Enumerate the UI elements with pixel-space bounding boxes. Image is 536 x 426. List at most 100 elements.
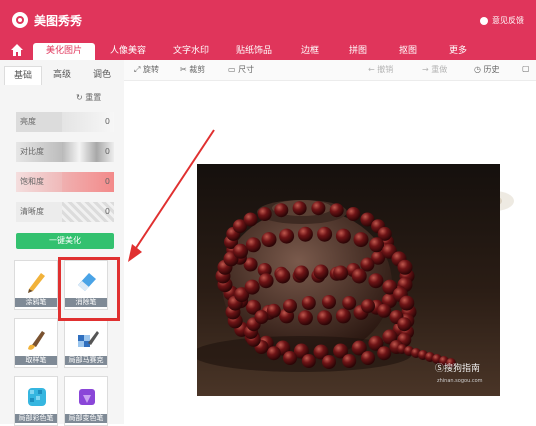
reset-icon: ↻: [76, 93, 83, 102]
tab-portrait[interactable]: 人像美容: [100, 43, 156, 60]
brush-icon: [28, 331, 45, 350]
bead: [335, 308, 351, 324]
bead: [317, 226, 333, 242]
tool-local-color-pen[interactable]: 局部彩色笔: [14, 376, 58, 426]
bead: [266, 346, 281, 361]
photo-watermark-url: zhinan.sogou.com: [437, 378, 483, 384]
bead: [353, 232, 369, 248]
undo-icon: ←: [368, 65, 375, 74]
bead: [397, 317, 412, 332]
tool-local-mosaic[interactable]: 局部马赛克: [64, 318, 108, 368]
history-button[interactable]: ◷ 历史: [474, 64, 500, 75]
bead: [361, 299, 375, 313]
bead: [333, 265, 349, 281]
bead: [297, 310, 313, 326]
bead: [297, 226, 313, 242]
tab-collage[interactable]: 拼图: [338, 43, 378, 60]
edited-photo[interactable]: Ⓢ搜狗指南 zhinan.sogou.com: [197, 164, 500, 396]
bead: [311, 201, 326, 216]
tool-sample-pen-label: 取样笔: [15, 356, 57, 365]
sharpness-label: 清晰度: [16, 202, 62, 222]
bead: [266, 303, 281, 318]
bead: [283, 299, 297, 313]
bead: [351, 268, 367, 284]
sharpness-value: 0: [62, 202, 114, 222]
resize-icon: ▭: [228, 65, 236, 74]
bead: [245, 237, 261, 253]
bead: [322, 355, 336, 369]
subtab-basic[interactable]: 基础: [4, 66, 42, 85]
tab-more[interactable]: 更多: [438, 43, 478, 60]
bead: [257, 207, 272, 221]
tab-cutout[interactable]: 抠图: [388, 43, 428, 60]
resize-button[interactable]: ▭ 尺寸: [228, 64, 254, 75]
tool-doodle-pen-label: 涂鸦笔: [15, 298, 57, 307]
tool-sample-pen[interactable]: 取样笔: [14, 318, 58, 368]
bead: [244, 279, 260, 295]
bead: [335, 228, 351, 244]
tab-frame[interactable]: 边框: [290, 43, 330, 60]
app-title: 美图秀秀: [34, 14, 83, 28]
bead: [346, 207, 361, 221]
redo-label: 重做: [431, 65, 448, 74]
rotate-label: 旋转: [142, 65, 159, 74]
saturation-slider[interactable]: 饱和度 0: [16, 172, 114, 192]
bead: [397, 259, 413, 275]
bead: [313, 264, 329, 280]
pen-icon: [28, 273, 45, 293]
saturation-label: 饱和度: [16, 172, 62, 192]
brightness-slider[interactable]: 亮度 0: [16, 112, 114, 132]
app-logo-icon: [12, 12, 28, 28]
bead: [261, 232, 277, 248]
home-icon[interactable]: [10, 43, 24, 57]
edit-toolbar: ⤢ 旋转 ✂ 裁剪 ▭ 尺寸 ← 撤销 → 重做 ◷ 历史 ▢: [124, 60, 536, 81]
redo-icon: →: [422, 65, 429, 74]
bead: [243, 212, 258, 227]
crop-label: 裁剪: [189, 65, 206, 74]
feedback-link[interactable]: 意见反馈: [480, 15, 524, 26]
tool-doodle-pen[interactable]: 涂鸦笔: [14, 260, 58, 310]
bead: [342, 296, 357, 310]
subtab-color[interactable]: 调色: [84, 66, 120, 84]
sharpness-slider[interactable]: 清晰度 0: [16, 202, 114, 222]
main-tab-bar: 美化图片 人像美容 文字水印 贴纸饰品 边框 拼图 抠图 更多: [0, 40, 536, 60]
bead: [279, 228, 295, 244]
crop-button[interactable]: ✂ 裁剪: [180, 64, 205, 75]
feedback-icon: [480, 16, 488, 25]
feedback-label: 意见反馈: [492, 16, 524, 25]
bead: [301, 296, 316, 310]
resize-label: 尺寸: [238, 65, 255, 74]
rotate-button[interactable]: ⤢ 旋转: [134, 64, 159, 75]
crop-icon: ✂: [180, 65, 187, 74]
history-label: 历史: [483, 65, 500, 74]
more-toolbar-icon[interactable]: ▢: [522, 64, 530, 73]
eraser-tool-highlight: [58, 257, 120, 321]
undo-button[interactable]: ← 撤销: [368, 64, 393, 75]
tab-text-watermark[interactable]: 文字水印: [162, 43, 220, 60]
left-panel: 基础 高级 调色 ↻ 重置 亮度 0 对比度 0 饱和度 0 清晰度 0 一键美…: [0, 60, 125, 426]
undo-label: 撤销: [377, 65, 394, 74]
bead: [254, 310, 269, 324]
history-icon: ◷: [474, 65, 481, 74]
tool-local-mosaic-label: 局部马赛克: [65, 356, 107, 365]
bead: [342, 354, 357, 368]
reset-label: 重置: [85, 93, 102, 102]
bead: [283, 351, 297, 365]
bead: [274, 203, 289, 218]
color-pen-icon: [28, 388, 46, 406]
bead: [292, 201, 307, 216]
contrast-slider[interactable]: 对比度 0: [16, 142, 114, 162]
tab-stickers[interactable]: 贴纸饰品: [225, 43, 283, 60]
bead: [377, 303, 392, 318]
rotate-icon: ⤢: [134, 65, 141, 74]
bead: [361, 351, 375, 365]
reset-button[interactable]: ↻ 重置: [76, 92, 101, 103]
tab-beautify[interactable]: 美化图片: [33, 43, 95, 60]
redo-button[interactable]: → 重做: [422, 64, 447, 75]
tool-local-color-pen-label: 局部彩色笔: [15, 414, 57, 423]
tool-local-recolor-pen[interactable]: 局部变色笔: [64, 376, 108, 426]
one-key-beautify-button[interactable]: 一键美化: [16, 233, 114, 249]
subtab-advanced[interactable]: 高级: [44, 66, 80, 84]
bead: [329, 203, 344, 218]
photo-watermark: Ⓢ搜狗指南: [435, 362, 480, 374]
